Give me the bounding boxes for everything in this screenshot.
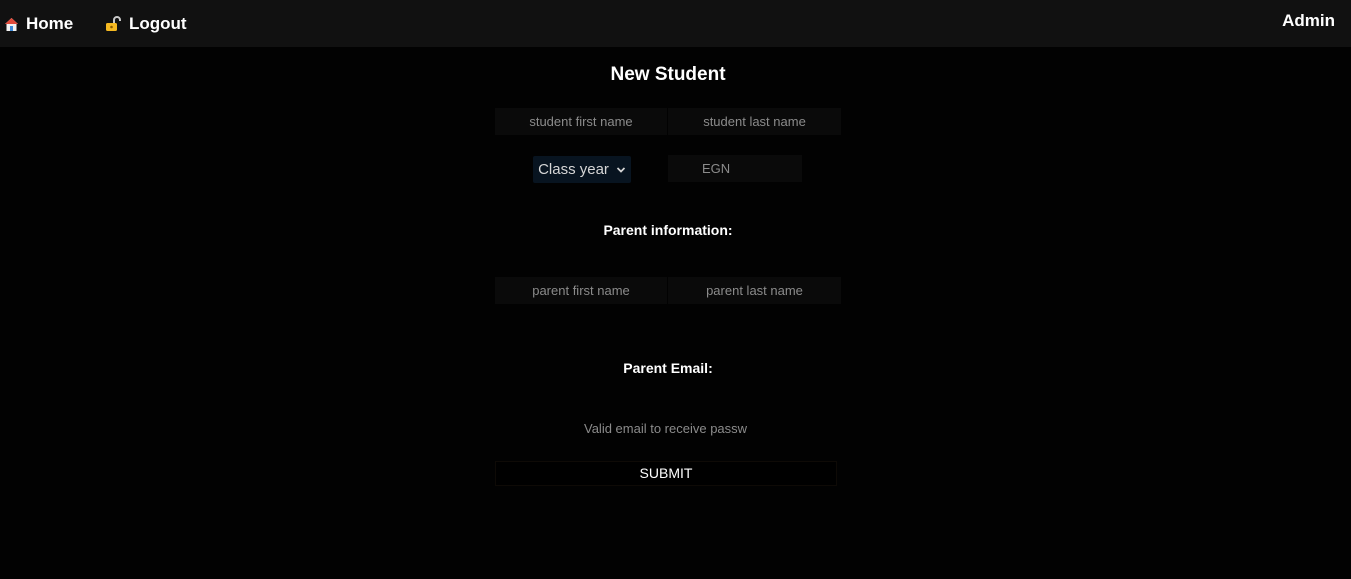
- top-navbar: Home Logout Admin: [0, 0, 1351, 47]
- home-link[interactable]: Home: [4, 13, 73, 35]
- logout-label: Logout: [129, 14, 187, 33]
- form-title: New Student: [610, 64, 726, 85]
- class-year-selected-value: Class year: [538, 161, 609, 178]
- logout-link[interactable]: Logout: [105, 13, 187, 35]
- parent-information-label: Parent information:: [603, 222, 733, 238]
- chevron-down-icon: [616, 166, 626, 174]
- parent-first-name-input[interactable]: [495, 277, 667, 304]
- egn-input[interactable]: [668, 155, 802, 182]
- home-label: Home: [26, 14, 74, 33]
- unlocked-lock-icon: [105, 16, 122, 32]
- class-year-select[interactable]: Class year: [533, 156, 631, 183]
- current-user-label: Admin: [1282, 11, 1335, 30]
- parent-email-label: Parent Email:: [623, 360, 713, 376]
- submit-button[interactable]: SUBMIT: [495, 461, 837, 486]
- parent-last-name-input[interactable]: [668, 277, 841, 304]
- student-first-name-input[interactable]: [495, 108, 667, 135]
- parent-email-input[interactable]: [582, 415, 754, 442]
- student-last-name-input[interactable]: [668, 108, 841, 135]
- house-icon: [4, 17, 19, 32]
